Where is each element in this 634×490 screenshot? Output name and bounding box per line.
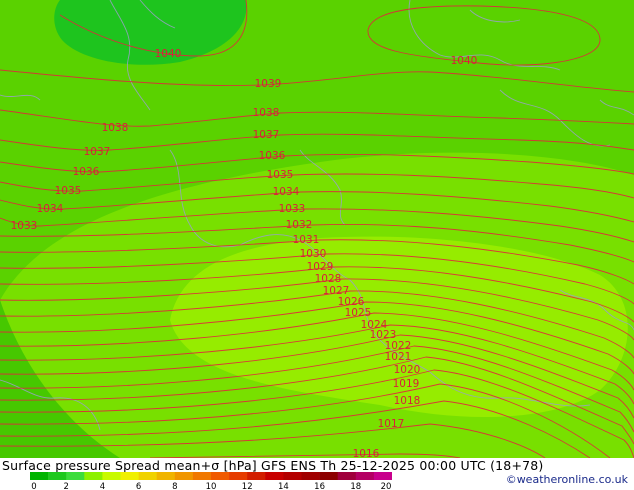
colorbar-swatch xyxy=(102,472,121,480)
isobar-label: 1033 xyxy=(279,203,306,215)
isobar-label: 1037 xyxy=(84,146,111,158)
isobar-label: 1038 xyxy=(253,107,280,119)
colorbar-swatch xyxy=(319,472,338,480)
colorbar-swatch xyxy=(30,472,49,480)
isobar-label: 1034 xyxy=(273,186,300,198)
colorbar-tick-label: 0 xyxy=(31,482,36,490)
isobar-label: 1038 xyxy=(102,122,129,134)
colorbar-swatch xyxy=(247,472,266,480)
colorbar-tick-label: 2 xyxy=(63,482,68,490)
colorbar-swatch xyxy=(174,472,194,480)
isobar-label: 1032 xyxy=(286,219,313,231)
credit-link[interactable]: ©weatheronline.co.uk xyxy=(506,473,628,486)
colorbar-swatch xyxy=(211,472,230,480)
colorbar-tick-label: 6 xyxy=(136,482,141,490)
isobar-label: 1040 xyxy=(155,48,182,60)
colorbar-swatch xyxy=(373,472,392,480)
isobar-label: 1029 xyxy=(307,261,334,273)
colorbar-swatch xyxy=(301,472,320,480)
colorbar-tick-label: 16 xyxy=(314,482,325,490)
colorbar-tick-label: 20 xyxy=(381,482,392,490)
isobar-label: 1034 xyxy=(37,203,64,215)
colorbar-swatch xyxy=(84,472,103,480)
isobar-label: 1040 xyxy=(451,55,478,67)
isobar-label: 1017 xyxy=(378,418,405,430)
isobar-label: 1019 xyxy=(393,378,420,390)
colorbar-swatch xyxy=(265,472,284,480)
colorbar-tick-label: 4 xyxy=(100,482,105,490)
colorbar-swatch xyxy=(229,472,248,480)
map-footer: Surface pressure Spread mean+σ [hPa] GFS… xyxy=(0,458,634,490)
pressure-spread-map: 1040 1040 1039 1038 1038 1037 1037 1036 1036 1035… xyxy=(0,0,634,458)
colorbar-tick-label: 10 xyxy=(206,482,217,490)
isobar-label: 1030 xyxy=(300,248,327,260)
isobar-label: 1036 xyxy=(259,150,286,162)
isobar-label: 1039 xyxy=(255,78,282,90)
colorbar-tick-label: 14 xyxy=(278,482,289,490)
isobar-label: 1028 xyxy=(315,273,342,285)
map-title: Surface pressure Spread mean+σ [hPa] GFS… xyxy=(2,458,544,473)
isobar-label: 1033 xyxy=(11,220,38,232)
colorbar-swatch xyxy=(66,472,85,480)
colorbar-tick-label: 12 xyxy=(242,482,253,490)
isobar-label: 1016 xyxy=(353,448,380,458)
colorbar-swatch xyxy=(138,472,157,480)
isobar-label: 1020 xyxy=(394,364,421,376)
isobar-label: 1037 xyxy=(253,129,280,141)
colorbar-tick-label: 8 xyxy=(172,482,177,490)
colorbar-tick-label: 18 xyxy=(350,482,361,490)
colorbar-swatch xyxy=(355,472,375,480)
isobar-label: 1036 xyxy=(73,166,100,178)
colorbar-swatch xyxy=(283,472,302,480)
isobar-label: 1025 xyxy=(345,307,372,319)
colorbar-swatch xyxy=(156,472,176,480)
isobar-label: 1031 xyxy=(293,234,320,246)
colorbar-swatch xyxy=(120,472,139,480)
colorbar-swatch xyxy=(48,472,67,480)
colorbar-swatch xyxy=(192,472,212,480)
colorbar-swatch xyxy=(337,472,357,480)
colorbar-legend: 0 2 4 6 8 10 12 14 16 18 20 xyxy=(30,472,392,490)
isobar-label: 1018 xyxy=(394,395,421,407)
isobar-label: 1035 xyxy=(267,169,294,181)
isobar-label: 1021 xyxy=(385,351,412,363)
isobar-label: 1035 xyxy=(55,185,82,197)
